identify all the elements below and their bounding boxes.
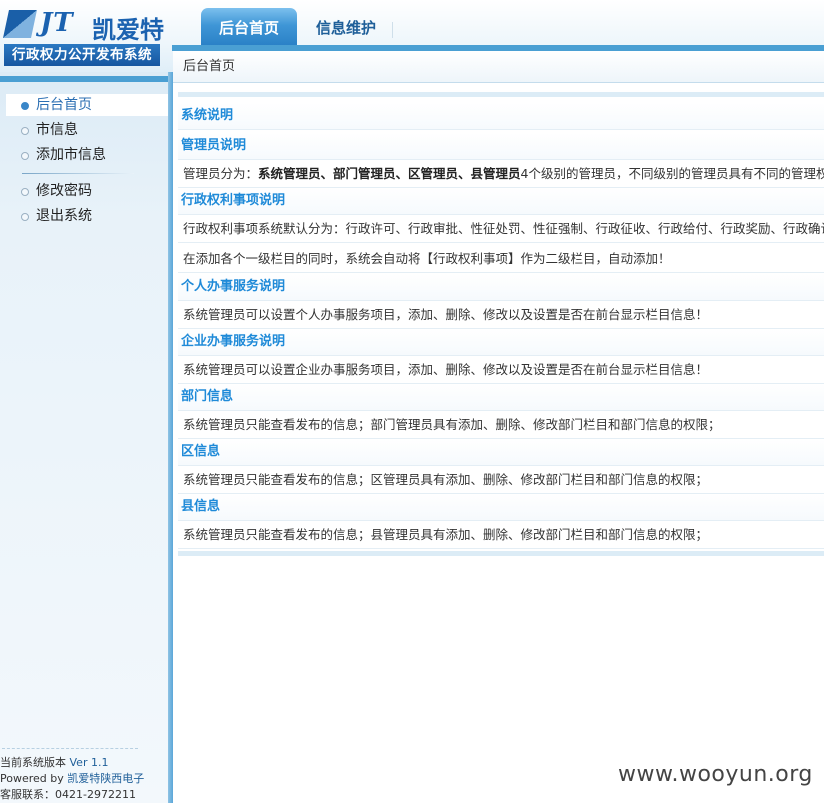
sidebar-top-strip — [0, 76, 168, 82]
section-text-power-2: 在添加各个一级栏目的同时，系统会自动将【行政权利事项】作为二级栏目，自动添加！ — [178, 246, 824, 273]
tab-home[interactable]: 后台首页 — [201, 8, 297, 46]
sidebar-item-label: 退出系统 — [36, 208, 92, 224]
sidebar-item-change-password[interactable]: 修改密码 — [6, 180, 168, 202]
sidebar-item-logout[interactable]: 退出系统 — [6, 205, 168, 227]
bullet-icon — [21, 102, 29, 110]
breadcrumb: 后台首页 — [173, 51, 824, 83]
footer-version: 当前系统版本 Ver 1.1 — [0, 754, 108, 770]
sidebar-item-label: 添加市信息 — [36, 147, 106, 163]
tab-info-maintenance[interactable]: 信息维护 — [300, 8, 392, 46]
sidebar-item-add-city-info[interactable]: 添加市信息 — [6, 144, 168, 166]
section-text-dept: 系统管理员只能查看发布的信息；部门管理员具有添加、删除、修改部门栏目和部门信息的… — [178, 412, 824, 439]
powered-by-link[interactable]: 凯爱特陕西电子 — [67, 772, 144, 785]
sidebar-item-label: 市信息 — [36, 122, 78, 138]
section-title-system: 系统说明 — [178, 103, 824, 130]
sidebar-item-city-info[interactable]: 市信息 — [6, 119, 168, 141]
section-title-admin: 管理员说明 — [178, 133, 824, 160]
sidebar-edge — [168, 72, 173, 803]
sidebar-item-label: 修改密码 — [36, 183, 92, 199]
section-text-admin: 管理员分为：系统管理员、部门管理员、区管理员、县管理员4个级别的管理员，不同级别… — [178, 161, 824, 188]
section-text-district: 系统管理员只能查看发布的信息；区管理员具有添加、删除、修改部门栏目和部门信息的权… — [178, 467, 824, 494]
menu-divider — [22, 173, 134, 174]
watermark: www.wooyun.org — [618, 762, 813, 787]
admin-levels: 系统管理员、部门管理员、区管理员、县管理员 — [258, 166, 521, 181]
section-title-dept: 部门信息 — [178, 384, 824, 411]
bullet-icon — [21, 188, 29, 196]
section-title-power: 行政权利事项说明 — [178, 188, 824, 215]
section-title-county: 县信息 — [178, 494, 824, 521]
sidebar: 后台首页 市信息 添加市信息 修改密码 退出系统 — [0, 72, 168, 803]
bullet-icon — [21, 127, 29, 135]
version-prefix: 当前系统版本 — [0, 756, 70, 769]
section-text-enterprise: 系统管理员可以设置企业办事服务项目，添加、删除、修改以及设置是否在前台显示栏目信… — [178, 357, 824, 384]
logo-subtitle: 行政权力公开发布系统 — [4, 44, 160, 66]
footer-powered: Powered by 凯爱特陕西电子 — [0, 770, 144, 786]
section-title-district: 区信息 — [178, 439, 824, 466]
logo: JT 凯爱特 行政权力公开发布系统 — [3, 6, 164, 68]
main-content: 系统说明 管理员说明 管理员分为：系统管理员、部门管理员、区管理员、县管理员4个… — [178, 92, 824, 556]
logo-letters: JT — [40, 8, 74, 38]
logo-brand-name: 凯爱特 — [92, 16, 164, 44]
version-value: Ver 1.1 — [69, 756, 109, 769]
section-text-county: 系统管理员只能查看发布的信息；县管理员具有添加、删除、修改部门栏目和部门信息的权… — [178, 522, 824, 549]
section-title-personal: 个人办事服务说明 — [178, 274, 824, 301]
section-text-personal: 系统管理员可以设置个人办事服务项目，添加、删除、修改以及设置是否在前台显示栏目信… — [178, 302, 824, 329]
powered-prefix: Powered by — [0, 772, 68, 785]
sidebar-item-home[interactable]: 后台首页 — [6, 94, 168, 116]
bullet-icon — [21, 213, 29, 221]
section-text-power: 行政权利事项系统默认分为：行政许可、行政审批、性征处罚、性征强制、行政征收、行政… — [178, 216, 824, 243]
tab-separator — [392, 22, 393, 38]
section-title-enterprise: 企业办事服务说明 — [178, 329, 824, 356]
admin-text-prefix: 管理员分为： — [183, 166, 259, 181]
admin-text-suffix: 4个级别的管理员，不同级别的管理员具有不同的管理权限。 — [520, 166, 824, 181]
bullet-icon — [21, 152, 29, 160]
breadcrumb-text: 后台首页 — [183, 59, 236, 74]
footer-contact: 客服联系：0421-2972211 — [0, 788, 136, 801]
sidebar-item-label: 后台首页 — [36, 97, 92, 113]
footer-divider — [2, 748, 138, 749]
logo-mark-icon — [3, 10, 37, 38]
